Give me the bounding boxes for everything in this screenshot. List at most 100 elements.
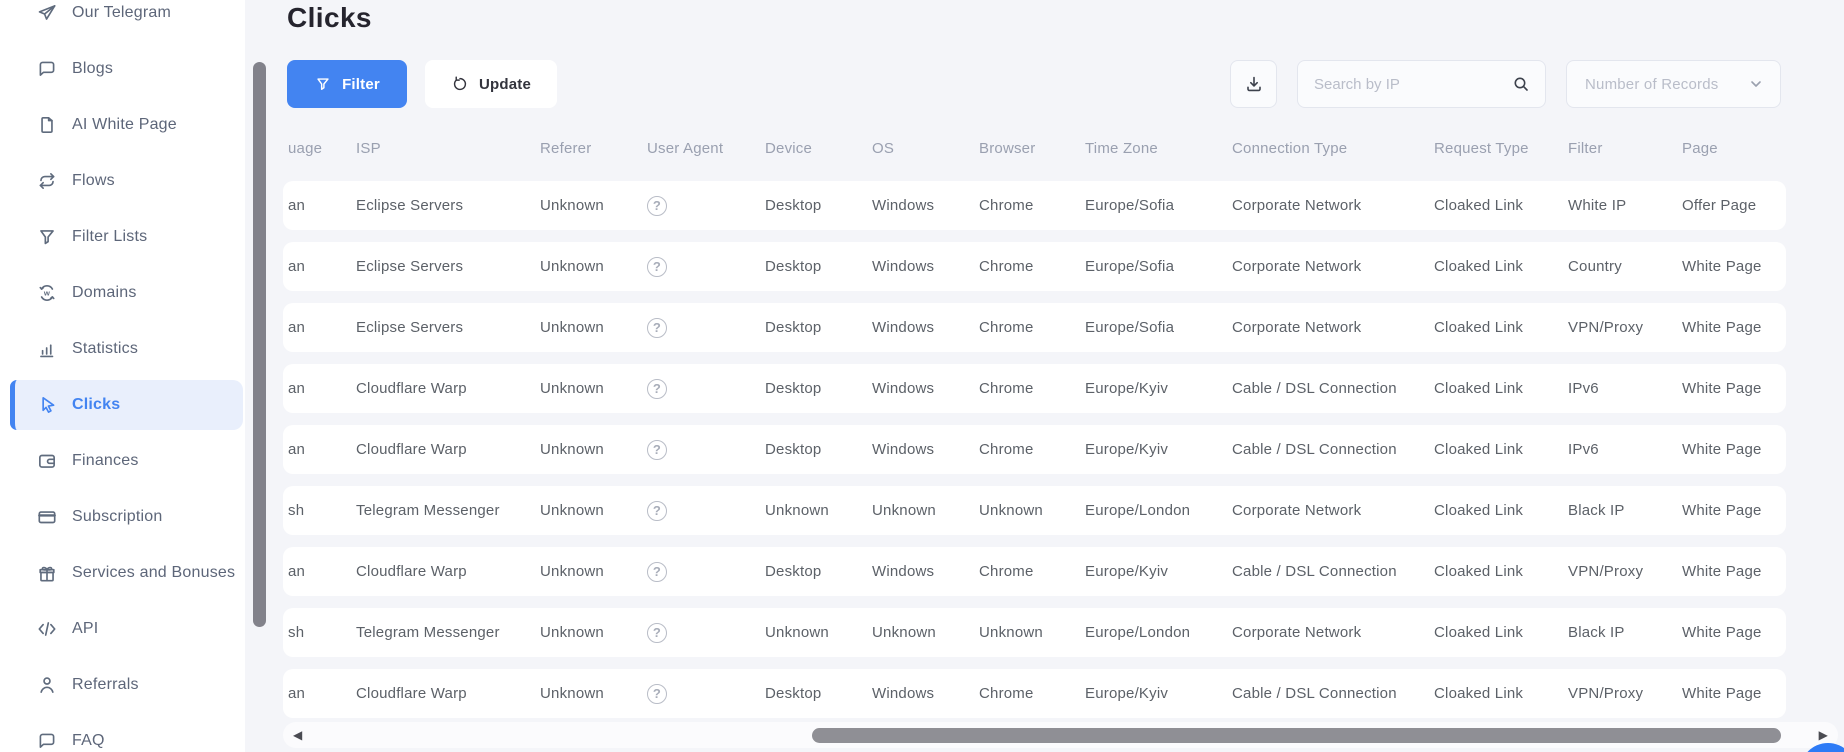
cycle-arrows-icon	[36, 170, 58, 192]
table-cell: Chrome	[979, 258, 1034, 275]
records-dropdown-label: Number of Records	[1585, 75, 1719, 93]
table-row: an Cloudflare Warp Unknown? Desktop Windows C…	[283, 669, 1786, 718]
question-mark-icon[interactable]: ?	[647, 378, 667, 399]
table-cell: Windows	[872, 380, 935, 397]
table-cell: White Page	[1682, 685, 1762, 702]
search-icon[interactable]	[1511, 74, 1531, 94]
table-cell: an	[288, 319, 306, 336]
header-cell-browser: Browser	[979, 140, 1036, 157]
sidebar-item-statistics[interactable]: Statistics	[0, 321, 245, 377]
horizontal-scrollbar[interactable]: ◀ ▶	[283, 722, 1838, 748]
table-row: an Eclipse Servers Unknown? Desktop Windows C…	[283, 303, 1786, 352]
table-cell: Black IP	[1568, 502, 1625, 519]
table-cell: Cloudflare Warp	[356, 380, 467, 397]
header-cell-os: OS	[872, 140, 895, 157]
table-cell: Chrome	[979, 197, 1034, 214]
horizontal-scrollbar-thumb[interactable]	[812, 727, 1781, 743]
question-mark-icon[interactable]: ?	[647, 683, 667, 704]
filter-button-label: Filter	[342, 75, 380, 93]
table-cell: Desktop	[765, 258, 822, 275]
sidebar: Our Telegram Blogs AI White Page Flows Filte…	[0, 0, 245, 752]
table-row: an Cloudflare Warp Unknown? Desktop Windows C…	[283, 425, 1786, 474]
search-input[interactable]	[1314, 75, 1511, 93]
table-cell: Unknown	[540, 563, 604, 580]
table-cell: Cloaked Link	[1434, 319, 1524, 336]
header-cell-user-agent: User Agent	[647, 140, 724, 157]
table-cell-user-agent: ?	[647, 195, 765, 216]
sidebar-item-label: Filter Lists	[72, 228, 148, 245]
header-cell-device: Device	[765, 140, 813, 157]
table-cell: IPv6	[1568, 380, 1599, 397]
download-button[interactable]	[1230, 60, 1277, 108]
table-cell: Unknown	[540, 319, 604, 336]
sidebar-item-finances[interactable]: Finances	[0, 433, 245, 489]
update-button[interactable]: Update	[425, 60, 557, 108]
table-cell: Desktop	[765, 197, 822, 214]
table-cell: Corporate Network	[1232, 258, 1362, 275]
toolbar: Filter Update Number of Records	[287, 60, 1781, 108]
records-dropdown[interactable]: Number of Records	[1566, 60, 1781, 108]
sidebar-item-domains[interactable]: w Domains	[0, 265, 245, 321]
table-cell: Country	[1568, 258, 1622, 275]
sidebar-item-our-telegram[interactable]: Our Telegram	[0, 0, 245, 41]
table-row: an Cloudflare Warp Unknown? Desktop Windows C…	[283, 364, 1786, 413]
filter-button[interactable]: Filter	[287, 60, 407, 108]
sidebar-item-faq[interactable]: FAQ	[0, 713, 245, 752]
header-cell-page: Page	[1682, 140, 1718, 157]
table-cell: Windows	[872, 685, 935, 702]
gift-icon	[36, 562, 58, 584]
sidebar-item-label: FAQ	[72, 732, 105, 749]
table-cell: Europe/Kyiv	[1085, 441, 1169, 458]
table-cell: an	[288, 563, 306, 580]
table-cell: Windows	[872, 197, 935, 214]
scroll-right-arrow-icon[interactable]: ▶	[1819, 729, 1828, 741]
page-title: Clicks	[287, 2, 372, 33]
header-cell-isp: ISP	[356, 140, 381, 157]
table-cell: Desktop	[765, 685, 822, 702]
credit-card-icon	[36, 506, 58, 528]
table-body: an Eclipse Servers Unknown? Desktop Windows C…	[283, 181, 1786, 730]
chat-bubble-icon	[36, 730, 58, 752]
table-cell: Eclipse Servers	[356, 258, 464, 275]
sidebar-active-pill[interactable]: Clicks	[10, 380, 243, 430]
table-cell: Europe/Kyiv	[1085, 685, 1169, 702]
table-cell: White Page	[1682, 563, 1762, 580]
sidebar-item-ai-white-page[interactable]: AI White Page	[0, 97, 245, 153]
table-cell-user-agent: ?	[647, 500, 765, 521]
sidebar-item-filter-lists[interactable]: Filter Lists	[0, 209, 245, 265]
funnel-icon	[314, 75, 332, 93]
table-row: an Eclipse Servers Unknown? Desktop Windows C…	[283, 181, 1786, 230]
table-cell: sh	[288, 624, 305, 641]
sidebar-item-referrals[interactable]: Referrals	[0, 657, 245, 713]
sidebar-item-subscription[interactable]: Subscription	[0, 489, 245, 545]
scroll-left-arrow-icon[interactable]: ◀	[293, 729, 302, 741]
sidebar-menu: Our Telegram Blogs AI White Page Flows Filte…	[0, 0, 245, 752]
table-cell: VPN/Proxy	[1568, 685, 1644, 702]
question-mark-icon[interactable]: ?	[647, 500, 667, 521]
wallet-icon	[36, 450, 58, 472]
table-cell: Unknown	[540, 624, 604, 641]
question-mark-icon[interactable]: ?	[647, 195, 667, 216]
sidebar-item-label: Clicks	[72, 396, 121, 413]
question-mark-icon[interactable]: ?	[647, 439, 667, 460]
table-cell: Chrome	[979, 441, 1034, 458]
sidebar-item-clicks[interactable]: Clicks	[0, 377, 245, 433]
question-mark-icon[interactable]: ?	[647, 561, 667, 582]
sidebar-scrollbar-thumb[interactable]	[253, 62, 266, 627]
sidebar-item-label: Our Telegram	[72, 4, 172, 21]
sidebar-item-api[interactable]: API	[0, 601, 245, 657]
toolbar-right: Number of Records	[1230, 60, 1781, 108]
sidebar-item-services-and-bonuses[interactable]: Services and Bonuses	[0, 545, 245, 601]
table-cell: Unknown	[872, 502, 936, 519]
question-mark-icon[interactable]: ?	[647, 256, 667, 277]
question-mark-icon[interactable]: ?	[647, 317, 667, 338]
table-cell: Cloaked Link	[1434, 380, 1524, 397]
person-icon	[36, 674, 58, 696]
table-cell: Chrome	[979, 380, 1034, 397]
table-cell-user-agent: ?	[647, 561, 765, 582]
sidebar-item-label: Services and Bonuses	[72, 564, 236, 581]
sidebar-item-blogs[interactable]: Blogs	[0, 41, 245, 97]
sidebar-item-flows[interactable]: Flows	[0, 153, 245, 209]
question-mark-icon[interactable]: ?	[647, 622, 667, 643]
table-cell: Cable / DSL Connection	[1232, 380, 1397, 397]
